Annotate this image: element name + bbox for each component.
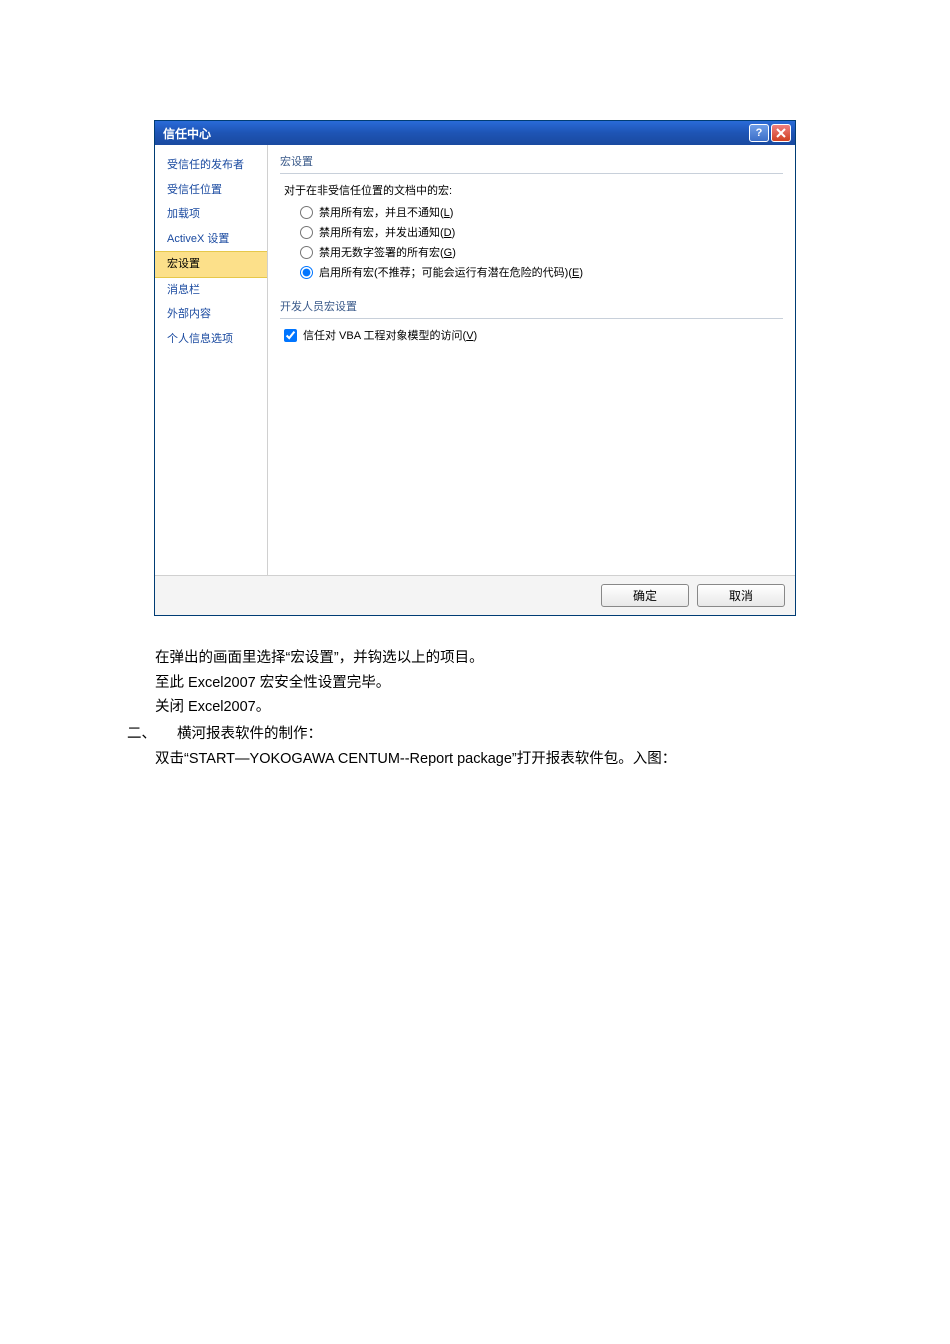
help-button[interactable]: ? <box>749 124 769 142</box>
radio-label: 禁用所有宏，并发出通知(D) <box>319 224 455 240</box>
sidebar: 受信任的发布者 受信任位置 加载项 ActiveX 设置 宏设置 消息栏 外部内… <box>155 145 268 575</box>
document-text: 在弹出的画面里选择“宏设置”，并钩选以上的项目。 至此 Excel2007 宏安… <box>155 646 795 771</box>
close-button[interactable] <box>771 124 791 142</box>
doc-paragraph: 在弹出的画面里选择“宏设置”，并钩选以上的项目。 <box>155 646 795 671</box>
macro-option-disable-unsigned[interactable]: 禁用无数字签署的所有宏(G) <box>300 244 783 260</box>
macro-settings-heading: 宏设置 <box>280 153 783 174</box>
list-title: 横河报表软件的制作： <box>177 722 322 747</box>
cancel-button[interactable]: 取消 <box>697 584 785 607</box>
radio-label: 启用所有宏(不推荐；可能会运行有潜在危险的代码)(E) <box>319 264 583 280</box>
radio-label: 禁用无数字签署的所有宏(G) <box>319 244 456 260</box>
content-panel: 宏设置 对于在非受信任位置的文档中的宏: 禁用所有宏，并且不通知(L) 禁用所有… <box>268 145 795 575</box>
checkbox-label: 信任对 VBA 工程对象模型的访问(V) <box>303 327 477 343</box>
doc-paragraph: 双击“START—YOKOGAWA CENTUM--Report package… <box>155 747 795 772</box>
radio-input[interactable] <box>300 206 313 219</box>
trust-vba-checkbox-row[interactable]: 信任对 VBA 工程对象模型的访问(V) <box>284 327 783 343</box>
sidebar-item-activex[interactable]: ActiveX 设置 <box>155 227 267 252</box>
doc-paragraph: 至此 Excel2007 宏安全性设置完毕。 <box>155 671 795 696</box>
sidebar-item-macro-settings[interactable]: 宏设置 <box>155 251 267 278</box>
macro-option-disable-no-notify[interactable]: 禁用所有宏，并且不通知(L) <box>300 204 783 220</box>
sidebar-item-privacy-options[interactable]: 个人信息选项 <box>155 327 267 352</box>
dialog-title: 信任中心 <box>163 125 211 142</box>
radio-label: 禁用所有宏，并且不通知(L) <box>319 204 453 220</box>
titlebar-buttons: ? <box>749 124 791 142</box>
sidebar-item-trusted-publishers[interactable]: 受信任的发布者 <box>155 153 267 178</box>
macro-radio-group: 禁用所有宏，并且不通知(L) 禁用所有宏，并发出通知(D) 禁用无数字签署的所有… <box>300 204 783 280</box>
dialog-body: 受信任的发布者 受信任位置 加载项 ActiveX 设置 宏设置 消息栏 外部内… <box>155 145 795 575</box>
macro-intro-text: 对于在非受信任位置的文档中的宏: <box>284 182 783 198</box>
sidebar-item-trusted-locations[interactable]: 受信任位置 <box>155 178 267 203</box>
trust-center-dialog: 信任中心 ? 受信任的发布者 受信任位置 加载项 ActiveX 设置 宏设置 … <box>154 120 796 616</box>
ok-button[interactable]: 确定 <box>601 584 689 607</box>
dialog-footer: 确定 取消 <box>155 575 795 615</box>
sidebar-item-external-content[interactable]: 外部内容 <box>155 302 267 327</box>
macro-option-disable-notify[interactable]: 禁用所有宏，并发出通知(D) <box>300 224 783 240</box>
sidebar-item-addins[interactable]: 加载项 <box>155 202 267 227</box>
sidebar-item-message-bar[interactable]: 消息栏 <box>155 278 267 303</box>
radio-input[interactable] <box>300 246 313 259</box>
developer-settings-heading: 开发人员宏设置 <box>280 298 783 319</box>
radio-input[interactable] <box>300 266 313 279</box>
doc-numbered-heading: 二、 横河报表软件的制作： <box>155 722 795 747</box>
list-number: 二、 <box>127 722 177 747</box>
dialog-titlebar: 信任中心 ? <box>155 121 795 145</box>
trust-vba-checkbox[interactable] <box>284 329 297 342</box>
macro-option-enable-all[interactable]: 启用所有宏(不推荐；可能会运行有潜在危险的代码)(E) <box>300 264 783 280</box>
radio-input[interactable] <box>300 226 313 239</box>
doc-paragraph: 关闭 Excel2007。 <box>155 695 795 720</box>
